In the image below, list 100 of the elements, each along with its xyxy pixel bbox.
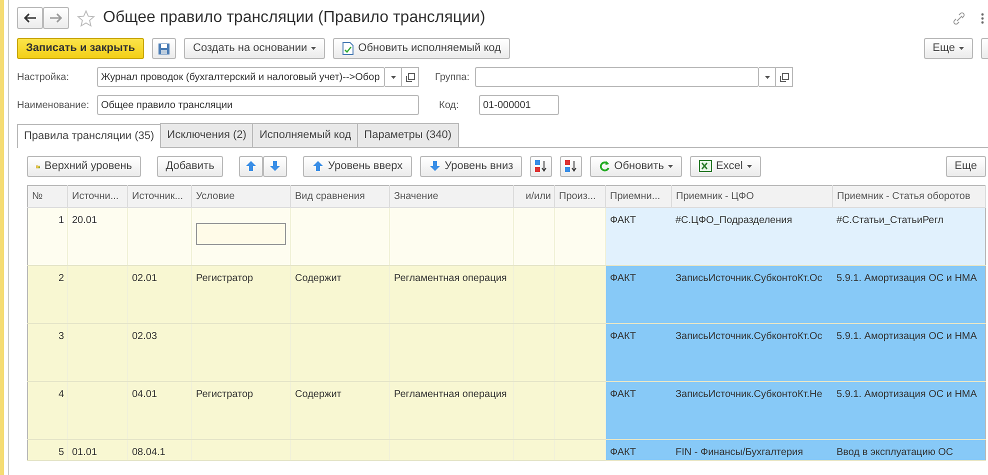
down-arrow-icon — [428, 160, 441, 172]
sort-ascending-button[interactable] — [530, 156, 552, 176]
star-icon[interactable] — [77, 10, 95, 26]
column-header[interactable]: Источник... — [128, 185, 192, 207]
table-cell: Содержит — [295, 388, 342, 400]
field-label: Код: — [439, 98, 460, 112]
code-field[interactable]: 01-000001 — [479, 95, 559, 115]
level-down-button[interactable]: Уровень вниз — [420, 156, 522, 176]
caret-icon — [764, 76, 770, 78]
table-cell: ЗаписьИсточник.СубконтоКт.Ос — [676, 330, 822, 342]
more-icon — [981, 12, 984, 24]
table-cell: Регистратор — [196, 272, 254, 284]
table-cell: 08.04.1 — [132, 446, 166, 458]
window-title: Общее правило трансляции (Правило трансляции) — [103, 8, 486, 28]
column-header[interactable]: Приемник - ЦФО — [672, 185, 832, 207]
table-cell: 4 — [58, 388, 64, 400]
table-cell: #С.ЦФО_Подразделения — [676, 214, 792, 226]
spreadsheet-icon — [698, 160, 712, 172]
table-cell: 5.9.1. Амортизация ОС и НМА — [836, 272, 977, 284]
table-cell: 5.9.1. Амортизация ОС и НМА — [836, 330, 977, 342]
caret-icon — [390, 76, 396, 78]
field-label: Наименование: — [17, 98, 90, 112]
column-header[interactable]: Значение — [390, 185, 514, 207]
caret-icon — [668, 164, 673, 168]
down-arrow-icon — [269, 160, 281, 172]
dropdown-button[interactable]: Еще — [924, 38, 973, 59]
table-cell: Содержит — [295, 272, 342, 284]
column-header[interactable]: № — [28, 185, 68, 207]
table-cell: ФАКТ — [610, 272, 636, 284]
table-cell: 02.03 — [132, 330, 158, 342]
column-header[interactable]: Вид сравнения — [290, 185, 390, 207]
save-button[interactable] — [152, 38, 176, 59]
dropdown-toggle-button[interactable] — [385, 67, 402, 87]
table-cell: 5.9.1. Амортизация ОС и НМА — [836, 388, 977, 400]
forward-arrow-icon — [50, 13, 62, 23]
table-cell: 2 — [58, 272, 64, 284]
table-cell: 3 — [58, 330, 64, 342]
back-button[interactable] — [17, 7, 43, 29]
dropdown-toggle-button[interactable] — [759, 67, 776, 87]
table-cell: FIN - Финансы/Бухгалтерия — [676, 446, 804, 458]
caret-icon — [746, 164, 752, 168]
column-header[interactable]: Приемни... — [606, 185, 672, 207]
partial-button[interactable] — [981, 38, 988, 59]
table-cell: 20.01 — [72, 214, 98, 226]
dropdown-button[interactable]: Создать на основании — [184, 38, 326, 59]
table-cell: 01.01 — [72, 446, 98, 458]
open-window-icon — [406, 72, 414, 82]
table-cell: 1 — [58, 214, 64, 226]
level-up-button[interactable]: Уровень вверх — [303, 156, 412, 176]
add-button[interactable]: Добавить — [157, 156, 223, 176]
table-cell: Регламентная операция — [394, 272, 507, 284]
tab[interactable]: Параметры (340) — [357, 123, 459, 146]
table-cell: ФАКТ — [610, 330, 636, 342]
up-arrow-icon — [312, 160, 324, 172]
table-cell: ЗаписьИсточник.СубконтоКт.Ос — [676, 272, 822, 284]
table-cell: ФАКТ — [610, 214, 636, 226]
top-level-button[interactable]: Верхний уровень — [27, 156, 141, 176]
table-cell: 5 — [58, 446, 64, 458]
table-cell: Регистратор — [196, 388, 254, 400]
table-cell: 02.01 — [132, 272, 158, 284]
open-button[interactable] — [776, 67, 793, 87]
sort-descending-button[interactable] — [560, 156, 582, 176]
document-icon — [342, 42, 354, 55]
open-button[interactable] — [402, 67, 419, 87]
caret-icon — [311, 47, 316, 50]
open-window-icon — [780, 72, 788, 82]
excel-button[interactable]: Excel — [690, 156, 761, 176]
field-label: Группа: — [435, 70, 470, 84]
field-label: Настройка: — [17, 70, 70, 84]
more-button[interactable]: Еще — [946, 156, 986, 176]
back-arrow-icon — [24, 13, 36, 23]
refresh-button[interactable]: Обновить — [590, 156, 682, 176]
table-cell: Ввод в эксплуатацию ОС — [836, 446, 954, 458]
cell-editor-field[interactable] — [196, 222, 286, 244]
table-cell: Регламентная операция — [394, 388, 507, 400]
table-cell: 04.01 — [132, 388, 158, 400]
group-field[interactable] — [475, 67, 759, 87]
update-code-button[interactable]: Обновить исполняемый код — [333, 38, 510, 59]
save-and-close-button[interactable]: Записать и закрыть — [17, 38, 144, 59]
sort-icon — [565, 160, 578, 172]
tab[interactable]: Правила трансляции (35) — [17, 124, 162, 148]
column-header[interactable]: и/или — [514, 185, 554, 207]
column-header[interactable]: Произ... — [554, 185, 606, 207]
column-header[interactable]: Источни... — [68, 185, 128, 207]
table-cell: ЗаписьИсточник.СубконтоКт.Не — [676, 388, 822, 400]
column-header[interactable]: Приемник - Статья оборотов — [832, 185, 986, 207]
sort-icon — [535, 160, 548, 172]
caret-icon — [959, 47, 964, 50]
move-up-button[interactable] — [239, 156, 263, 176]
link-icon — [953, 12, 965, 24]
tab[interactable]: Исполняемый код — [252, 123, 358, 146]
table-cell: ФАКТ — [610, 388, 636, 400]
settings-field[interactable]: Журнал проводок (бухгалтерский и налоговый учет)-->Обор — [97, 67, 385, 87]
name-field[interactable]: Общее правило трансляции — [97, 95, 419, 115]
table-cell: ФАКТ — [610, 446, 636, 458]
tab[interactable]: Исключения (2) — [160, 123, 254, 146]
up-arrow-icon — [245, 160, 257, 172]
table-cell: #С.Статьи_СтатьиРегл — [836, 214, 944, 226]
column-header[interactable]: Условие — [192, 185, 290, 207]
move-down-button[interactable] — [263, 156, 287, 176]
